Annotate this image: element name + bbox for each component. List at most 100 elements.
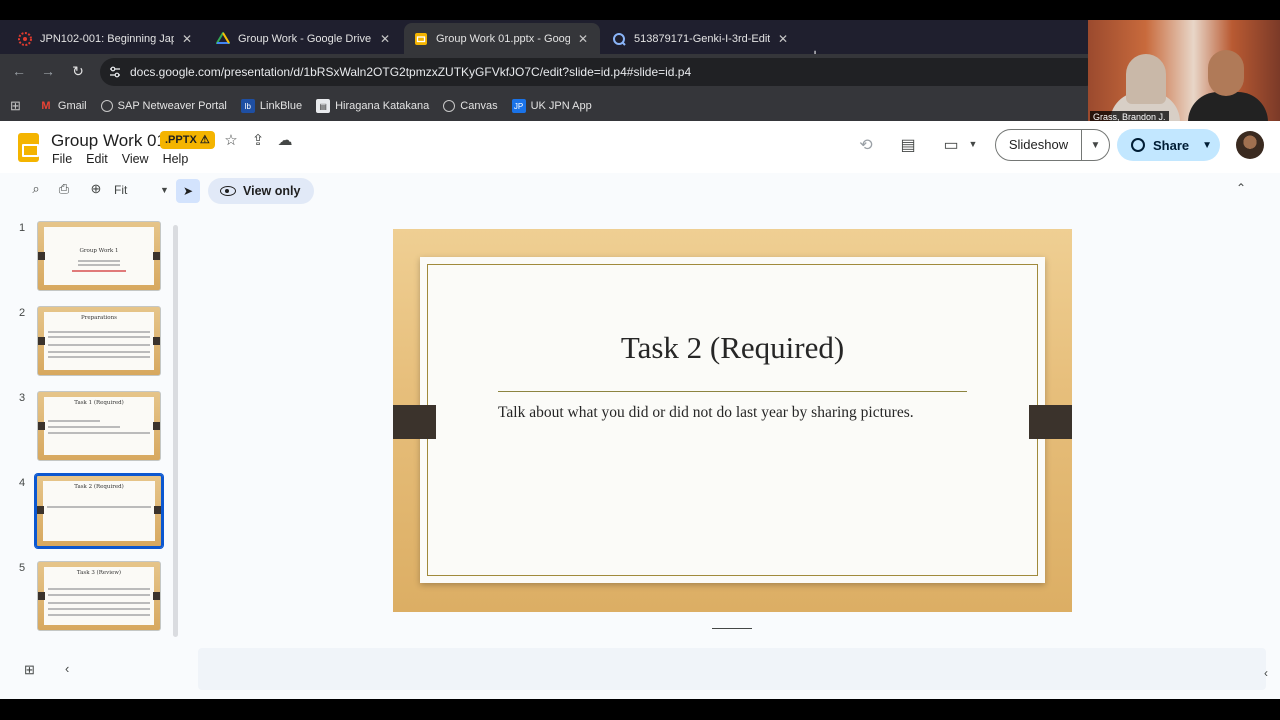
slides-toolbar: ⌕ ⎙ ⊕ Fit ▼ ➤ View only ⌃	[10, 177, 1260, 205]
thumbnail-title: Task 3 (Review)	[76, 570, 122, 576]
thumbnail-text-line	[48, 426, 120, 428]
bookmark-label: Hiragana Katakana	[335, 100, 430, 112]
chevron-down-icon[interactable]: ▼	[160, 185, 169, 195]
tab-label: Group Work 01.pptx - Google Slides	[436, 32, 570, 45]
thumbnail-text-line	[48, 594, 150, 596]
bookmark-label: Canvas	[460, 100, 498, 112]
slide-thumbnail-5[interactable]: Task 3 (Review)	[37, 561, 161, 631]
slide-number: 1	[19, 222, 26, 234]
meet-icon[interactable]: ▭	[940, 135, 962, 155]
slide-thumbnail-1[interactable]: Group Work 1	[37, 221, 161, 291]
search-icon[interactable]: ⌕	[26, 181, 46, 197]
share-button[interactable]: Share ▼	[1117, 129, 1220, 161]
thumbnail-text-line	[48, 331, 150, 333]
move-icon[interactable]: ⇪	[249, 131, 267, 149]
address-bar[interactable]: docs.google.com/presentation/d/1bRSxWaln…	[100, 58, 1100, 86]
back-arrow-icon[interactable]: ←	[10, 63, 28, 79]
tab-label: 513879171-Genki-I-3rd-Edition	[634, 32, 770, 45]
site-settings-icon[interactable]	[108, 65, 122, 79]
bookmark-gmail[interactable]: M Gmail	[39, 99, 86, 113]
menu-help[interactable]: Help	[163, 152, 189, 166]
apps-grid-icon[interactable]: ⊞	[10, 98, 21, 114]
thumbnail-text-line	[78, 260, 120, 262]
close-icon[interactable]: ✕	[776, 32, 790, 46]
slideshow-button[interactable]: Slideshow ▼	[995, 129, 1110, 161]
reload-icon[interactable]: ↻	[69, 63, 87, 80]
slide-canvas[interactable]: Task 2 (Required) Talk about what you di…	[393, 229, 1072, 612]
thumbnail-paper	[44, 227, 154, 285]
doc-title[interactable]: Group Work 01	[51, 131, 166, 151]
slide-divider	[498, 391, 967, 392]
comments-icon[interactable]: ▤	[897, 135, 919, 155]
print-icon[interactable]: ⎙	[54, 181, 74, 197]
thumbnail-clip	[38, 592, 45, 600]
chevron-down-icon[interactable]: ▼	[1082, 140, 1109, 151]
eye-icon	[220, 186, 236, 196]
zoom-icon[interactable]: ⊕	[86, 181, 106, 197]
filmstrip-scrollbar[interactable]	[173, 225, 178, 637]
menu-edit[interactable]: Edit	[86, 152, 108, 166]
thumbnail-text-line	[72, 270, 126, 272]
tab-google-drive[interactable]: Group Work - Google Drive ✕	[206, 23, 402, 54]
slide-title: Task 2 (Required)	[620, 330, 845, 365]
slide-number: 4	[19, 477, 26, 489]
doc-header: Group Work 01 .PPTX ⚠ ☆ ⇪ ☁ File Edit Vi…	[0, 121, 1280, 173]
forward-arrow-icon[interactable]: →	[39, 63, 57, 79]
chevron-down-icon[interactable]: ▼	[962, 139, 984, 149]
slide-number: 5	[19, 562, 26, 574]
tab-genki-document[interactable]: 513879171-Genki-I-3rd-Edition ✕	[602, 23, 800, 54]
select-cursor-icon[interactable]: ➤	[176, 179, 200, 203]
url-text: docs.google.com/presentation/d/1bRSxWaln…	[130, 65, 692, 79]
slide-thumbnail-3[interactable]: Task 1 (Required)	[37, 391, 161, 461]
thumbnail-title: Task 1 (Required)	[74, 400, 124, 406]
thumbnail-text-line	[48, 420, 100, 422]
thumbnail-clip	[38, 422, 45, 430]
bookmark-linkblue[interactable]: lb LinkBlue	[240, 99, 303, 113]
version-history-icon[interactable]: ⟲	[855, 135, 877, 155]
chevron-left-icon[interactable]: ‹	[1264, 666, 1268, 680]
view-only-button[interactable]: View only	[208, 178, 314, 204]
avatar[interactable]	[1236, 131, 1264, 159]
bookmark-hiragana-katakana[interactable]: ▤ Hiragana Katakana	[316, 99, 429, 113]
notes-resize-handle[interactable]	[712, 628, 752, 629]
slide-clip-right	[1029, 405, 1072, 439]
speaker-notes-panel[interactable]	[198, 648, 1266, 690]
close-icon[interactable]: ✕	[378, 32, 392, 46]
slide-thumbnail-4[interactable]: Task 2 (Required)	[35, 474, 163, 548]
bookmark-label: LinkBlue	[259, 100, 303, 112]
menu-file[interactable]: File	[52, 152, 72, 166]
gmail-icon: M	[41, 100, 51, 112]
chart-icon: ▤	[316, 99, 331, 113]
slide-number: 2	[19, 307, 26, 319]
chevron-left-icon[interactable]: ‹	[65, 661, 69, 676]
pptx-badge[interactable]: .PPTX ⚠	[160, 131, 215, 149]
zoom-select[interactable]: Fit	[114, 183, 127, 197]
thumbnail-title: Preparations	[81, 315, 117, 321]
tab-google-slides[interactable]: Group Work 01.pptx - Google Slides ✕	[404, 23, 600, 54]
slide-thumbnail-2[interactable]: Preparations	[37, 306, 161, 376]
close-icon[interactable]: ✕	[180, 32, 194, 46]
star-icon[interactable]: ☆	[222, 131, 240, 149]
bookmark-uk-jpn-app[interactable]: JP UK JPN App	[511, 99, 592, 113]
grid-view-icon[interactable]: ⊞	[24, 662, 35, 678]
thumbnail-clip	[153, 592, 160, 600]
tab-canvas[interactable]: JPN102-001: Beginning Japanese ✕	[8, 23, 204, 54]
bookmark-canvas[interactable]: Canvas	[443, 100, 498, 112]
slides-logo-icon[interactable]	[18, 133, 39, 162]
google-drive-icon	[216, 31, 230, 44]
document-icon	[613, 32, 626, 46]
screen: JPN102-001: Beginning Japanese ✕ Group W…	[0, 0, 1280, 720]
warning-icon: ⚠	[199, 134, 210, 146]
cloud-status-icon[interactable]: ☁	[276, 131, 294, 149]
chevron-down-icon[interactable]: ▼	[1202, 140, 1212, 151]
app-icon: JP	[511, 99, 526, 113]
bookmark-sap-netweaver[interactable]: SAP Netweaver Portal	[100, 100, 227, 112]
close-icon[interactable]: ✕	[576, 32, 590, 46]
video-call-overlay[interactable]: Grass, Brandon J.	[1088, 20, 1280, 124]
chevron-up-icon[interactable]: ⌃	[1236, 181, 1246, 195]
thumbnail-text-line	[48, 614, 150, 616]
thumbnail-text-line	[48, 351, 150, 353]
thumbnail-text-line	[48, 432, 150, 434]
menu-view[interactable]: View	[122, 152, 149, 166]
participant-head	[1208, 50, 1244, 96]
